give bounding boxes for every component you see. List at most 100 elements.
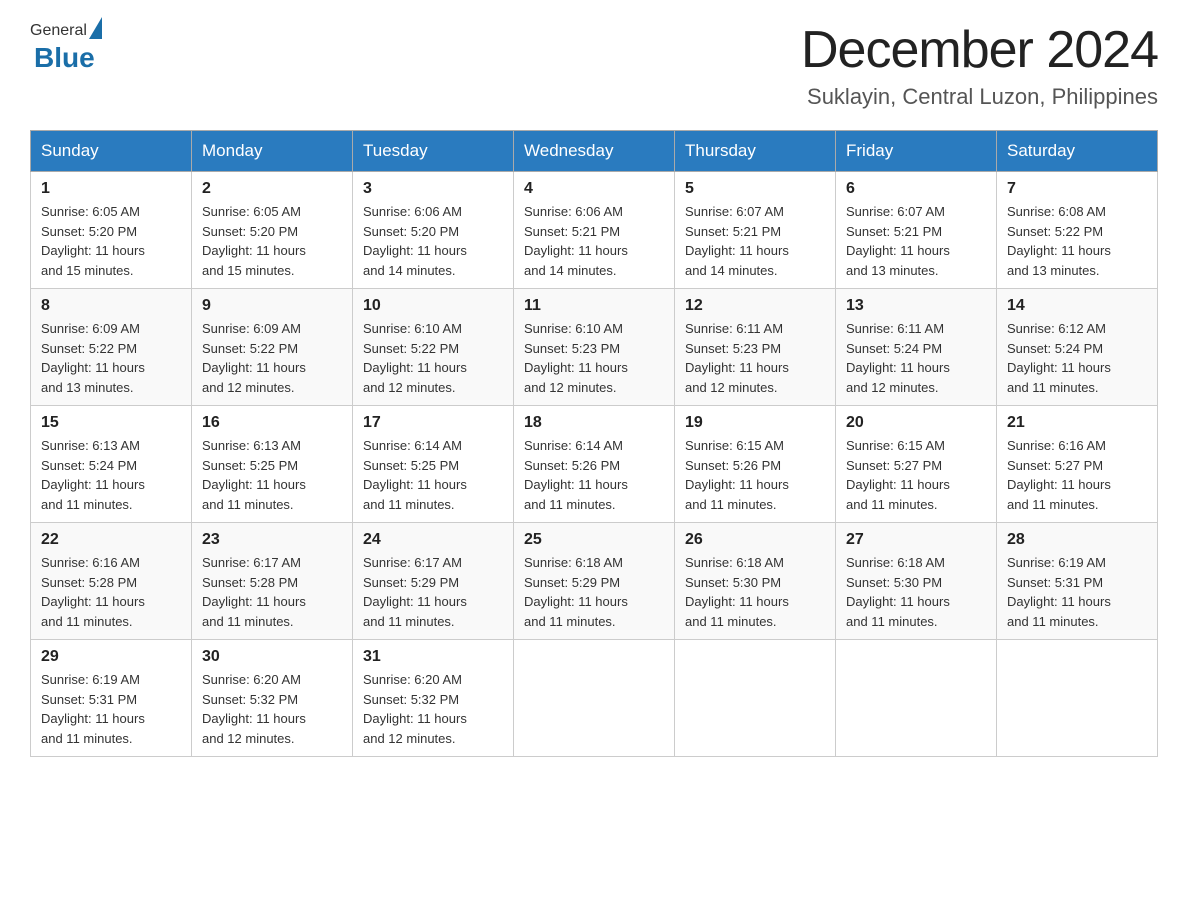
calendar-cell: 11 Sunrise: 6:10 AM Sunset: 5:23 PM Dayl… [514, 289, 675, 406]
calendar-cell: 12 Sunrise: 6:11 AM Sunset: 5:23 PM Dayl… [675, 289, 836, 406]
day-info: Sunrise: 6:11 AM Sunset: 5:23 PM Dayligh… [685, 319, 825, 397]
calendar-cell: 21 Sunrise: 6:16 AM Sunset: 5:27 PM Dayl… [997, 406, 1158, 523]
calendar-cell: 10 Sunrise: 6:10 AM Sunset: 5:22 PM Dayl… [353, 289, 514, 406]
calendar-cell: 20 Sunrise: 6:15 AM Sunset: 5:27 PM Dayl… [836, 406, 997, 523]
page-header: General Blue December 2024 Suklayin, Cen… [30, 20, 1158, 110]
calendar-cell: 4 Sunrise: 6:06 AM Sunset: 5:21 PM Dayli… [514, 172, 675, 289]
day-info: Sunrise: 6:06 AM Sunset: 5:20 PM Dayligh… [363, 202, 503, 280]
calendar-cell [997, 640, 1158, 757]
calendar-cell: 1 Sunrise: 6:05 AM Sunset: 5:20 PM Dayli… [31, 172, 192, 289]
calendar-cell: 18 Sunrise: 6:14 AM Sunset: 5:26 PM Dayl… [514, 406, 675, 523]
calendar-cell: 2 Sunrise: 6:05 AM Sunset: 5:20 PM Dayli… [192, 172, 353, 289]
calendar-cell: 24 Sunrise: 6:17 AM Sunset: 5:29 PM Dayl… [353, 523, 514, 640]
calendar-cell: 30 Sunrise: 6:20 AM Sunset: 5:32 PM Dayl… [192, 640, 353, 757]
logo-blue-text: Blue [34, 42, 95, 74]
day-number: 7 [1007, 180, 1147, 198]
day-number: 6 [846, 180, 986, 198]
month-title: December 2024 [801, 20, 1158, 80]
day-info: Sunrise: 6:08 AM Sunset: 5:22 PM Dayligh… [1007, 202, 1147, 280]
week-row-3: 15 Sunrise: 6:13 AM Sunset: 5:24 PM Dayl… [31, 406, 1158, 523]
day-header-sunday: Sunday [31, 131, 192, 172]
day-info: Sunrise: 6:20 AM Sunset: 5:32 PM Dayligh… [363, 670, 503, 748]
day-number: 4 [524, 180, 664, 198]
day-number: 8 [41, 297, 181, 315]
calendar-cell [514, 640, 675, 757]
day-info: Sunrise: 6:05 AM Sunset: 5:20 PM Dayligh… [202, 202, 342, 280]
day-info: Sunrise: 6:18 AM Sunset: 5:30 PM Dayligh… [685, 553, 825, 631]
calendar-cell: 29 Sunrise: 6:19 AM Sunset: 5:31 PM Dayl… [31, 640, 192, 757]
day-number: 25 [524, 531, 664, 549]
week-row-1: 1 Sunrise: 6:05 AM Sunset: 5:20 PM Dayli… [31, 172, 1158, 289]
day-info: Sunrise: 6:09 AM Sunset: 5:22 PM Dayligh… [41, 319, 181, 397]
day-number: 17 [363, 414, 503, 432]
day-number: 30 [202, 648, 342, 666]
day-info: Sunrise: 6:20 AM Sunset: 5:32 PM Dayligh… [202, 670, 342, 748]
day-number: 14 [1007, 297, 1147, 315]
day-info: Sunrise: 6:18 AM Sunset: 5:30 PM Dayligh… [846, 553, 986, 631]
day-number: 29 [41, 648, 181, 666]
day-info: Sunrise: 6:17 AM Sunset: 5:29 PM Dayligh… [363, 553, 503, 631]
calendar-table: SundayMondayTuesdayWednesdayThursdayFrid… [30, 130, 1158, 757]
calendar-cell: 25 Sunrise: 6:18 AM Sunset: 5:29 PM Dayl… [514, 523, 675, 640]
day-number: 26 [685, 531, 825, 549]
day-info: Sunrise: 6:07 AM Sunset: 5:21 PM Dayligh… [846, 202, 986, 280]
week-row-5: 29 Sunrise: 6:19 AM Sunset: 5:31 PM Dayl… [31, 640, 1158, 757]
calendar-cell: 3 Sunrise: 6:06 AM Sunset: 5:20 PM Dayli… [353, 172, 514, 289]
day-info: Sunrise: 6:10 AM Sunset: 5:22 PM Dayligh… [363, 319, 503, 397]
day-number: 13 [846, 297, 986, 315]
day-info: Sunrise: 6:14 AM Sunset: 5:26 PM Dayligh… [524, 436, 664, 514]
calendar-cell: 17 Sunrise: 6:14 AM Sunset: 5:25 PM Dayl… [353, 406, 514, 523]
day-info: Sunrise: 6:19 AM Sunset: 5:31 PM Dayligh… [41, 670, 181, 748]
day-info: Sunrise: 6:06 AM Sunset: 5:21 PM Dayligh… [524, 202, 664, 280]
day-header-thursday: Thursday [675, 131, 836, 172]
calendar-cell: 7 Sunrise: 6:08 AM Sunset: 5:22 PM Dayli… [997, 172, 1158, 289]
location-title: Suklayin, Central Luzon, Philippines [801, 84, 1158, 110]
day-info: Sunrise: 6:11 AM Sunset: 5:24 PM Dayligh… [846, 319, 986, 397]
day-info: Sunrise: 6:16 AM Sunset: 5:28 PM Dayligh… [41, 553, 181, 631]
calendar-cell: 26 Sunrise: 6:18 AM Sunset: 5:30 PM Dayl… [675, 523, 836, 640]
calendar-cell: 6 Sunrise: 6:07 AM Sunset: 5:21 PM Dayli… [836, 172, 997, 289]
logo: General Blue [30, 20, 103, 74]
week-row-2: 8 Sunrise: 6:09 AM Sunset: 5:22 PM Dayli… [31, 289, 1158, 406]
calendar-cell: 5 Sunrise: 6:07 AM Sunset: 5:21 PM Dayli… [675, 172, 836, 289]
day-number: 20 [846, 414, 986, 432]
day-number: 9 [202, 297, 342, 315]
calendar-cell: 8 Sunrise: 6:09 AM Sunset: 5:22 PM Dayli… [31, 289, 192, 406]
day-info: Sunrise: 6:13 AM Sunset: 5:25 PM Dayligh… [202, 436, 342, 514]
calendar-cell: 9 Sunrise: 6:09 AM Sunset: 5:22 PM Dayli… [192, 289, 353, 406]
calendar-cell: 23 Sunrise: 6:17 AM Sunset: 5:28 PM Dayl… [192, 523, 353, 640]
day-number: 23 [202, 531, 342, 549]
calendar-cell: 22 Sunrise: 6:16 AM Sunset: 5:28 PM Dayl… [31, 523, 192, 640]
day-header-monday: Monday [192, 131, 353, 172]
day-info: Sunrise: 6:14 AM Sunset: 5:25 PM Dayligh… [363, 436, 503, 514]
day-info: Sunrise: 6:07 AM Sunset: 5:21 PM Dayligh… [685, 202, 825, 280]
calendar-cell: 15 Sunrise: 6:13 AM Sunset: 5:24 PM Dayl… [31, 406, 192, 523]
day-number: 16 [202, 414, 342, 432]
day-info: Sunrise: 6:10 AM Sunset: 5:23 PM Dayligh… [524, 319, 664, 397]
day-number: 3 [363, 180, 503, 198]
day-number: 21 [1007, 414, 1147, 432]
title-area: December 2024 Suklayin, Central Luzon, P… [801, 20, 1158, 110]
day-number: 1 [41, 180, 181, 198]
logo-triangle-icon [89, 17, 102, 39]
calendar-cell: 28 Sunrise: 6:19 AM Sunset: 5:31 PM Dayl… [997, 523, 1158, 640]
day-info: Sunrise: 6:19 AM Sunset: 5:31 PM Dayligh… [1007, 553, 1147, 631]
day-number: 19 [685, 414, 825, 432]
day-number: 12 [685, 297, 825, 315]
day-header-saturday: Saturday [997, 131, 1158, 172]
calendar-cell: 31 Sunrise: 6:20 AM Sunset: 5:32 PM Dayl… [353, 640, 514, 757]
calendar-cell [836, 640, 997, 757]
calendar-cell: 16 Sunrise: 6:13 AM Sunset: 5:25 PM Dayl… [192, 406, 353, 523]
day-number: 24 [363, 531, 503, 549]
day-info: Sunrise: 6:12 AM Sunset: 5:24 PM Dayligh… [1007, 319, 1147, 397]
day-number: 5 [685, 180, 825, 198]
day-header-wednesday: Wednesday [514, 131, 675, 172]
day-info: Sunrise: 6:15 AM Sunset: 5:26 PM Dayligh… [685, 436, 825, 514]
day-number: 28 [1007, 531, 1147, 549]
day-info: Sunrise: 6:15 AM Sunset: 5:27 PM Dayligh… [846, 436, 986, 514]
day-number: 15 [41, 414, 181, 432]
calendar-cell: 14 Sunrise: 6:12 AM Sunset: 5:24 PM Dayl… [997, 289, 1158, 406]
day-header-friday: Friday [836, 131, 997, 172]
day-info: Sunrise: 6:09 AM Sunset: 5:22 PM Dayligh… [202, 319, 342, 397]
day-info: Sunrise: 6:18 AM Sunset: 5:29 PM Dayligh… [524, 553, 664, 631]
